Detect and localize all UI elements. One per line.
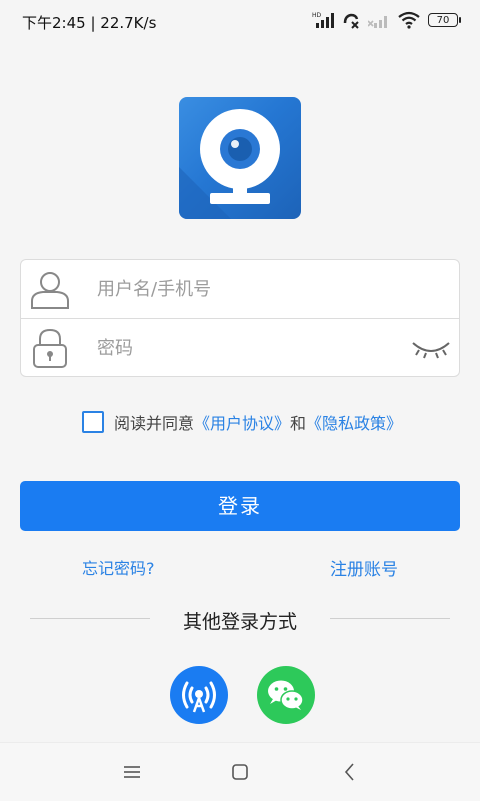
- status-bar: 下午2:45 | 22.7K/s HD 70: [0, 0, 480, 40]
- status-time-speed: 下午2:45 | 22.7K/s: [22, 14, 157, 32]
- webcam-icon: [179, 109, 280, 219]
- divider-right: [330, 618, 450, 619]
- signal-login-button[interactable]: [170, 666, 228, 724]
- svg-text:HD: HD: [312, 12, 322, 19]
- wechat-login-button[interactable]: [257, 666, 315, 724]
- eye-closed-icon[interactable]: [411, 335, 451, 361]
- wifi-icon: [398, 11, 420, 29]
- call-off-icon: [343, 13, 359, 29]
- back-icon[interactable]: [338, 761, 362, 783]
- agreement-checkbox[interactable]: [82, 411, 104, 433]
- password-input[interactable]: [97, 329, 397, 367]
- privacy-policy-link[interactable]: 《隐私政策》: [306, 410, 402, 434]
- wechat-icon: [268, 680, 304, 710]
- login-button[interactable]: 登录: [20, 481, 460, 531]
- agreement-prefix: 阅读并同意: [114, 414, 195, 433]
- home-icon[interactable]: [228, 761, 252, 783]
- username-row: [21, 260, 459, 319]
- user-icon: [31, 272, 69, 309]
- signal-tower-icon: [182, 681, 216, 713]
- forgot-password-link[interactable]: 忘记密码?: [82, 555, 155, 579]
- app-logo: [179, 97, 301, 219]
- status-icons: HD 70: [312, 10, 461, 30]
- agreement-row: 阅读并同意 《用户协议》 和 《隐私政策》: [82, 410, 402, 434]
- username-input[interactable]: [97, 270, 397, 308]
- no-signal-icon: [368, 16, 387, 28]
- system-nav-bar: [0, 742, 480, 801]
- battery-icon: 70: [428, 13, 461, 27]
- register-link[interactable]: 注册账号: [330, 555, 398, 580]
- menu-icon[interactable]: [120, 761, 144, 783]
- agreement-conjunction: 和: [290, 414, 307, 433]
- password-row: [21, 319, 459, 377]
- lock-icon: [33, 328, 67, 368]
- hd-signal-icon: HD: [312, 12, 334, 28]
- other-login-title: 其他登录方式: [182, 611, 297, 633]
- user-agreement-link[interactable]: 《用户协议》: [194, 410, 290, 434]
- login-form: [20, 259, 460, 377]
